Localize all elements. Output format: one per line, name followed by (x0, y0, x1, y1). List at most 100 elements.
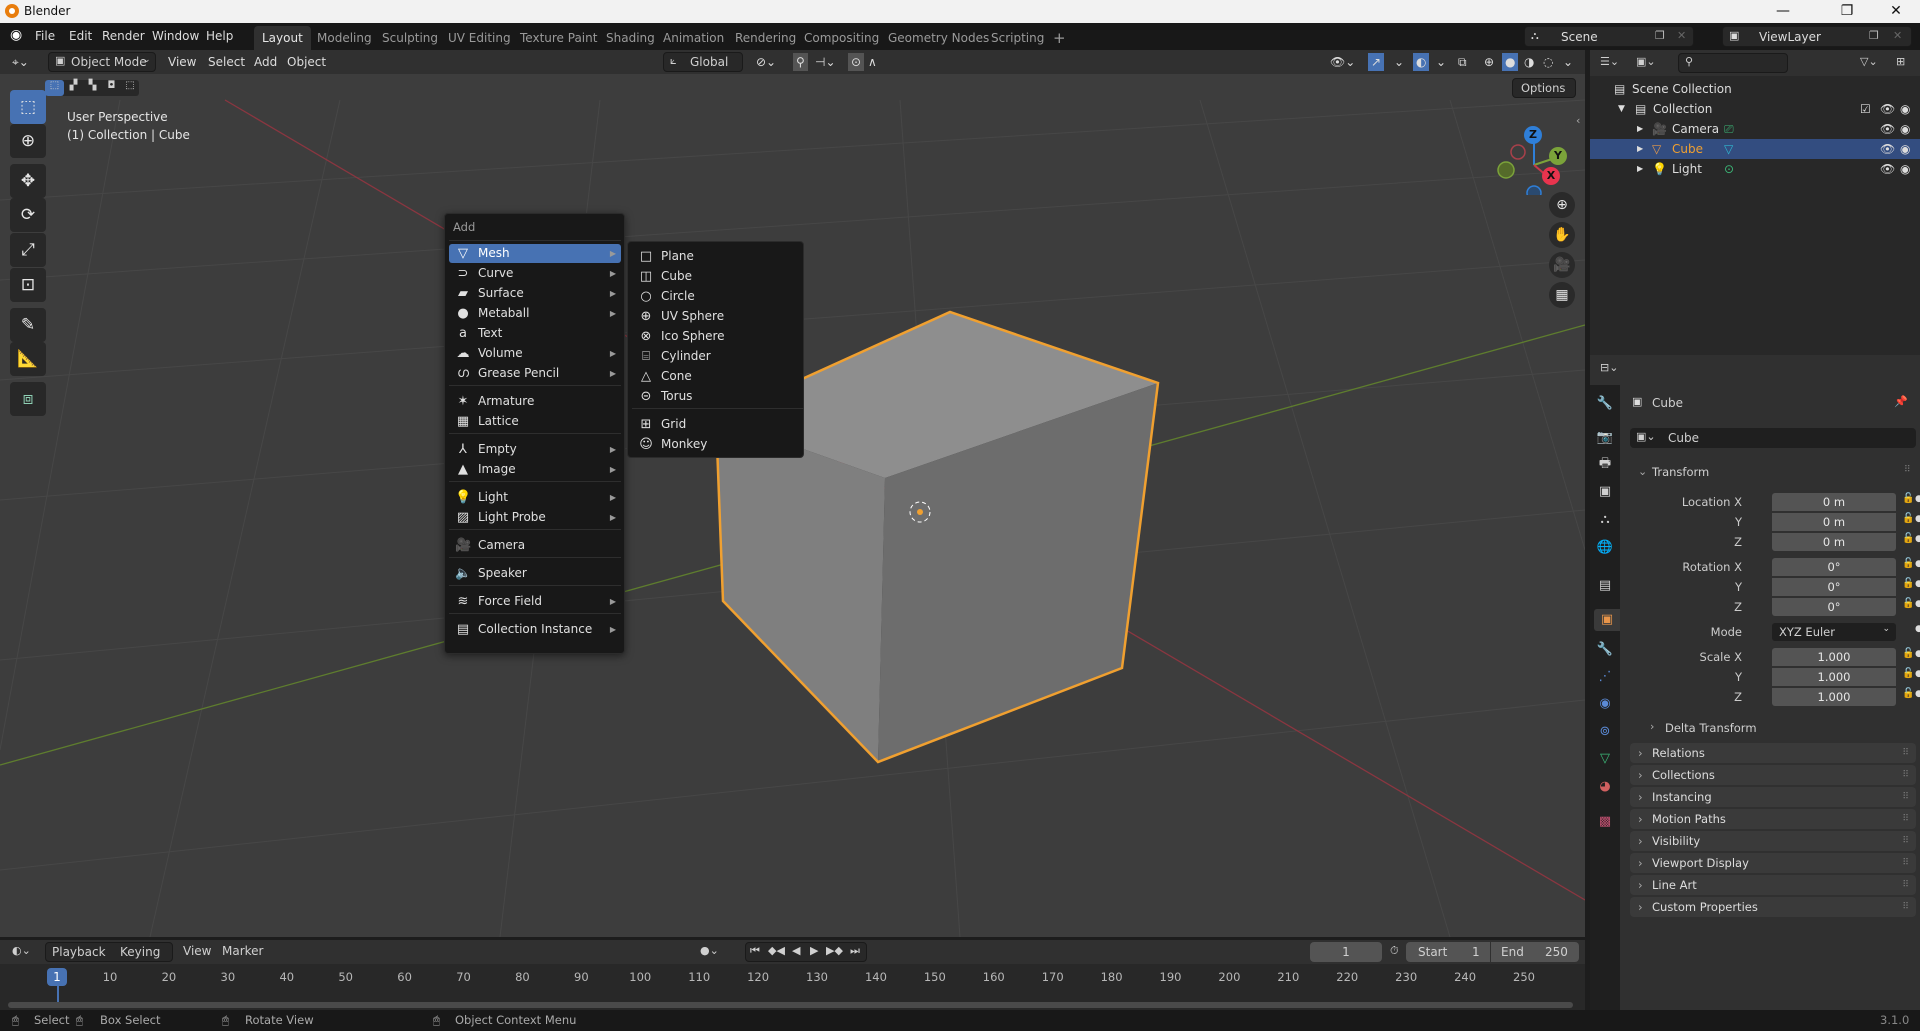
drag-handle-icon[interactable]: ⠿ (1902, 809, 1909, 829)
tab-output[interactable]: 🖶 (1594, 453, 1616, 475)
tab-modifiers[interactable]: 🔧 (1594, 639, 1616, 661)
location-z-field[interactable]: 0 m (1772, 533, 1896, 551)
rotation-mode-select[interactable]: XYZ Euler ⌄ (1772, 623, 1896, 641)
add-menu-item-collection-instance[interactable]: ▤ Collection Instance ▶ (449, 620, 621, 639)
tab-tool[interactable]: 🔧 (1594, 393, 1616, 415)
remove-scene-icon[interactable]: ✕ (1677, 29, 1686, 42)
menu-playback[interactable]: Playback (52, 945, 106, 959)
visibility-eye-icon[interactable]: 👁 (1880, 159, 1895, 179)
expand-icon[interactable]: ▶ (1637, 119, 1643, 139)
expand-icon[interactable]: ▶ (1637, 159, 1643, 179)
solid-shading-icon[interactable]: ● (1502, 53, 1519, 71)
mesh-item-circle[interactable]: ○ Circle (632, 287, 802, 306)
proportional-edit-icon[interactable]: ⊙ (848, 53, 865, 71)
transform-panel-title[interactable]: Transform (1652, 465, 1709, 479)
collapse-icon[interactable]: ▼ (1618, 99, 1625, 119)
drag-handle-icon[interactable]: ⠿ (1902, 765, 1909, 785)
panel-motion-paths[interactable]: › Motion Paths ⠿ (1630, 809, 1916, 829)
panel-viewport-display[interactable]: › Viewport Display ⠿ (1630, 853, 1916, 873)
keyframe-dot-icon[interactable]: ● (1915, 579, 1920, 589)
delta-transform-subpanel[interactable]: › Delta Transform (1630, 717, 1916, 739)
outliner-item-cube[interactable]: ▶ ▽ Cube ▽ 👁 ◉ (1590, 139, 1920, 159)
menu-help[interactable]: Help (206, 29, 233, 43)
menu-file[interactable]: File (35, 29, 55, 43)
editor-type-icon[interactable]: ◐⌄ (12, 944, 31, 957)
editor-type-icon[interactable]: ⌖⌄ (12, 53, 29, 71)
panel-line-art[interactable]: › Line Art ⠿ (1630, 875, 1916, 895)
menu-marker[interactable]: Marker (222, 944, 263, 958)
scale-z-field[interactable]: 1.000 (1772, 688, 1896, 706)
menu-view[interactable]: View (168, 53, 196, 71)
tab-rendering[interactable]: Rendering (727, 26, 804, 50)
pan-view-button[interactable]: ✋ (1549, 222, 1575, 248)
wireframe-shading-icon[interactable]: ⊕ (1484, 53, 1494, 71)
exclude-checkbox[interactable]: ☑ (1860, 99, 1871, 119)
lock-icon[interactable]: 🔓 (1902, 493, 1914, 504)
add-menu-item-mesh[interactable]: ▽ Mesh ▶ (449, 244, 621, 263)
tool-select-box[interactable]: ⬚ (10, 90, 46, 124)
scale-x-field[interactable]: 1.000 (1772, 648, 1896, 666)
zoom-view-button[interactable]: ⊕ (1549, 192, 1575, 218)
mesh-item-torus[interactable]: ⊝ Torus (632, 387, 802, 406)
outliner-search-input[interactable]: ⚲ (1678, 53, 1788, 73)
add-menu-item-armature[interactable]: ✶ Armature (449, 392, 621, 411)
gizmo-y-axis[interactable]: Y (1549, 147, 1567, 165)
render-camera-icon[interactable]: ◉ (1900, 139, 1910, 159)
lock-icon[interactable]: 🔓 (1902, 648, 1914, 659)
tab-sculpting[interactable]: Sculpting (374, 26, 446, 50)
play-icon[interactable]: ▶ (810, 944, 818, 957)
tab-particles[interactable]: ⋰ (1594, 666, 1616, 688)
gizmo-x-axis[interactable]: X (1542, 167, 1560, 185)
tool-annotate[interactable]: ✎ (10, 308, 46, 342)
tab-object[interactable]: ▣ (1594, 609, 1620, 631)
jump-end-icon[interactable]: ⏭ (850, 944, 860, 958)
lock-icon[interactable]: 🔓 (1902, 513, 1914, 524)
options-button[interactable]: Options (1512, 78, 1576, 98)
object-name-field[interactable]: ▣⌄ Cube (1630, 428, 1916, 448)
minimize-button[interactable]: — (1760, 0, 1806, 23)
menu-window[interactable]: Window (152, 29, 199, 43)
visibility-eye-icon[interactable]: 👁 (1880, 99, 1895, 119)
tab-compositing[interactable]: Compositing (796, 26, 887, 50)
tab-modeling[interactable]: Modeling (309, 26, 380, 50)
tab-texture[interactable]: ▩ (1594, 811, 1616, 833)
lock-icon[interactable]: 🔓 (1902, 558, 1914, 569)
menu-object[interactable]: Object (287, 53, 326, 71)
outliner-item-light[interactable]: ▶ 💡 Light ⊙ 👁 ◉ (1590, 159, 1920, 179)
outliner-collection[interactable]: ▼ ▤ Collection ☑ 👁 ◉ (1590, 99, 1920, 119)
drag-handle-icon[interactable]: ⠿ (1902, 853, 1909, 873)
camera-data-icon[interactable]: ⎚ (1724, 119, 1734, 139)
visibility-eye-icon[interactable]: 👁 (1880, 119, 1895, 139)
blender-menu-icon[interactable]: ◉ (10, 27, 22, 43)
tab-layout[interactable]: Layout (254, 26, 311, 50)
timeline-scrollbar[interactable] (8, 1002, 1573, 1008)
filter-icon[interactable]: ▽⌄ (1860, 55, 1878, 68)
add-workspace-button[interactable]: + (1045, 26, 1074, 50)
mesh-item-ico-sphere[interactable]: ⊗ Ico Sphere (632, 327, 802, 346)
tab-physics[interactable]: ◉ (1594, 693, 1616, 715)
auto-keying-icon[interactable]: ●⌄ (700, 944, 719, 957)
3d-viewport[interactable]: ⌖⌄ ▣ Object Mode ⌄ View Select Add Objec… (0, 50, 1585, 937)
overlay-toggle-icon[interactable]: ◐ (1413, 53, 1430, 71)
location-x-field[interactable]: 0 m (1772, 493, 1896, 511)
gizmo-z-axis[interactable]: Z (1524, 126, 1542, 144)
menu-view[interactable]: View (183, 944, 211, 958)
snap-toggle-icon[interactable]: ⚲ (793, 53, 808, 71)
start-frame-field[interactable]: Start 1 (1406, 942, 1490, 962)
prev-keyframe-icon[interactable]: ◆◀ (768, 944, 785, 957)
keyframe-dot-icon[interactable]: ● (1915, 494, 1920, 504)
tab-data[interactable]: ▽ (1594, 748, 1616, 770)
menu-select[interactable]: Select (208, 53, 245, 71)
keyframe-dot-icon[interactable]: ● (1915, 514, 1920, 524)
tab-collection[interactable]: ▤ (1594, 575, 1616, 597)
keyframe-dot-icon[interactable]: ● (1915, 689, 1920, 699)
keyframe-dot-icon[interactable]: ● (1915, 624, 1920, 634)
ortho-toggle-button[interactable]: ▦ (1549, 282, 1575, 308)
visibility-icon[interactable]: 👁⌄ (1330, 53, 1355, 71)
drag-handle-icon[interactable]: ⠿ (1902, 743, 1909, 763)
add-menu-item-lattice[interactable]: ▦ Lattice (449, 412, 621, 431)
cube-data-icon[interactable]: ▽ (1724, 139, 1733, 159)
next-keyframe-icon[interactable]: ▶◆ (826, 944, 843, 957)
tab-scene[interactable]: ⛬ (1594, 509, 1616, 531)
current-frame-field[interactable]: 1 (1310, 942, 1382, 962)
